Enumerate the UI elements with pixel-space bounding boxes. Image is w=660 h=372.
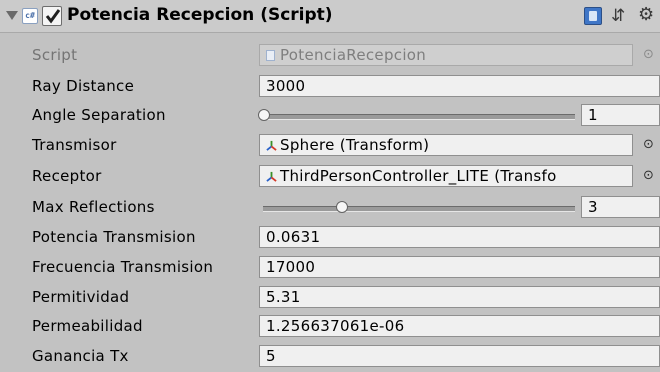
potencia-transmision-input[interactable]: 0.0631 [259, 226, 660, 248]
component-enabled-checkbox[interactable] [42, 6, 62, 26]
foldout-triangle-icon[interactable] [6, 11, 18, 20]
receptor-value: ThirdPersonController_LITE (Transfo [280, 167, 557, 185]
script-value: PotenciaRecepcion [280, 46, 427, 64]
transmisor-object-field[interactable]: Sphere (Transform) [259, 134, 633, 156]
angle-separation-slider-thumb[interactable] [258, 109, 270, 121]
gear-icon[interactable]: ⚙ [638, 4, 654, 25]
max-reflections-slider-track[interactable] [263, 206, 575, 212]
angle-separation-input[interactable]: 1 [581, 104, 660, 126]
csharp-script-icon: c# [22, 8, 38, 24]
script-field: PotenciaRecepcion [259, 44, 633, 66]
permeabilidad-input[interactable]: 1.256637061e-06 [259, 315, 660, 337]
ray-distance-label: Ray Distance [32, 77, 135, 95]
receptor-object-picker-icon[interactable]: ⊙ [643, 168, 654, 183]
ray-distance-row: Ray Distance 3000 [0, 72, 660, 102]
frecuencia-transmision-input[interactable]: 17000 [259, 256, 660, 278]
max-reflections-slider-thumb[interactable] [336, 201, 348, 213]
ganancia-tx-row: Ganancia Tx 5 [0, 342, 660, 372]
transform-axes-icon [266, 140, 277, 151]
script-file-icon [266, 50, 275, 61]
ray-distance-input[interactable]: 3000 [259, 75, 660, 97]
preset-icon[interactable]: ⇵ [611, 6, 625, 26]
angle-separation-row: Angle Separation 1 [0, 101, 660, 131]
transmisor-value: Sphere (Transform) [280, 136, 430, 154]
max-reflections-row: Max Reflections 3 [0, 193, 660, 223]
component-title: Potencia Recepcion (Script) [67, 5, 333, 25]
max-reflections-input[interactable]: 3 [581, 196, 660, 218]
permeabilidad-label: Permeabilidad [32, 317, 143, 335]
checkmark-icon [45, 9, 61, 24]
potencia-transmision-row: Potencia Transmision 0.0631 [0, 223, 660, 253]
permitividad-row: Permitividad 5.31 [0, 283, 660, 313]
angle-separation-label: Angle Separation [32, 106, 166, 124]
potencia-transmision-label: Potencia Transmision [32, 228, 196, 246]
frecuencia-transmision-label: Frecuencia Transmision [32, 258, 214, 276]
receptor-object-field[interactable]: ThirdPersonController_LITE (Transfo [259, 165, 633, 187]
transform-axes-icon [266, 171, 277, 182]
permeabilidad-row: Permeabilidad 1.256637061e-06 [0, 312, 660, 342]
angle-separation-slider-track[interactable] [263, 114, 575, 120]
transmisor-label: Transmisor [32, 136, 117, 154]
object-picker-icon: ⊙ [643, 47, 654, 62]
permitividad-input[interactable]: 5.31 [259, 286, 660, 308]
component-header: c# Potencia Recepcion (Script) ⇵ ⚙ [0, 0, 660, 33]
script-label: Script [32, 46, 78, 64]
receptor-label: Receptor [32, 167, 102, 185]
ganancia-tx-input[interactable]: 5 [259, 345, 660, 367]
ganancia-tx-label: Ganancia Tx [32, 347, 129, 365]
max-reflections-label: Max Reflections [32, 198, 155, 216]
transmisor-object-picker-icon[interactable]: ⊙ [643, 137, 654, 152]
permitividad-label: Permitividad [32, 288, 130, 306]
help-book-icon[interactable] [584, 7, 602, 25]
receptor-row: Receptor ThirdPersonController_LITE (Tra… [0, 162, 660, 192]
script-row: Script PotenciaRecepcion ⊙ [0, 41, 660, 71]
frecuencia-transmision-row: Frecuencia Transmision 17000 [0, 253, 660, 283]
transmisor-row: Transmisor Sphere (Transform) ⊙ [0, 131, 660, 161]
